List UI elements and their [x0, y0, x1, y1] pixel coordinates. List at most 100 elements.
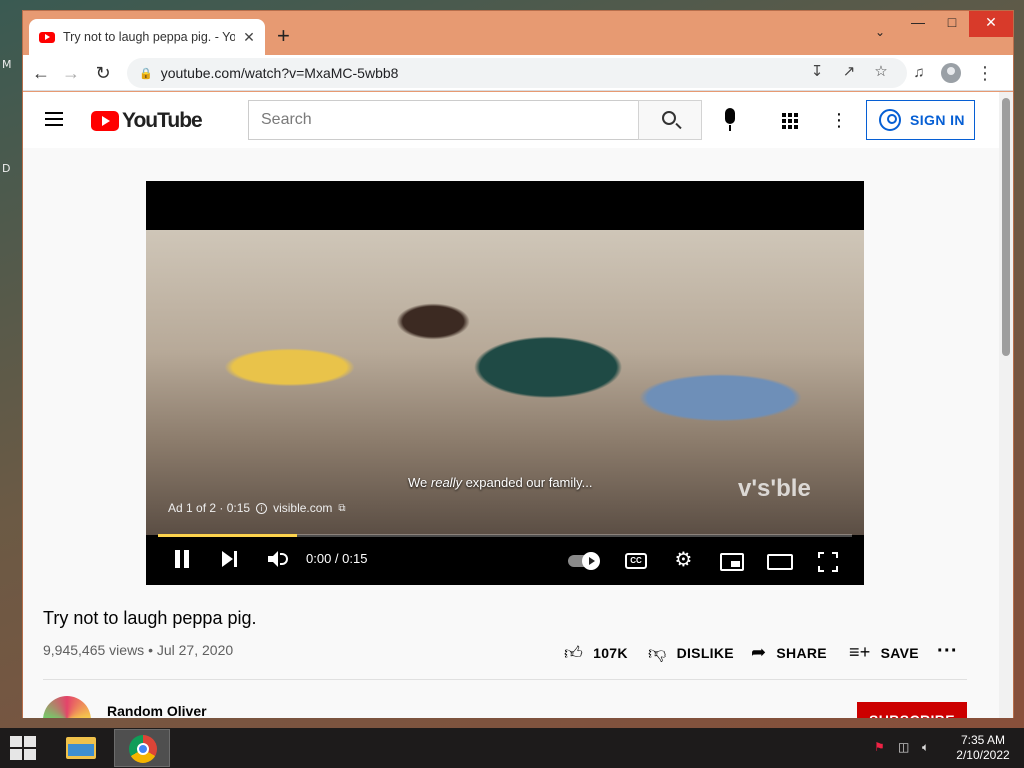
- chrome-icon: [129, 735, 157, 763]
- action-center-flag-icon[interactable]: ⚑: [874, 740, 885, 754]
- dislike-button[interactable]: 👎︎ DISLIKE: [648, 642, 734, 664]
- progress-fill: [158, 534, 297, 537]
- search-icon: [662, 111, 676, 125]
- divider: [43, 679, 967, 680]
- next-icon[interactable]: [222, 551, 238, 567]
- tab-close-icon[interactable]: ✕: [241, 29, 257, 46]
- save-button[interactable]: ≡+ SAVE: [849, 642, 919, 663]
- video-title: Try not to laugh peppa pig.: [43, 608, 257, 628]
- progress-bar[interactable]: [158, 534, 852, 537]
- system-clock[interactable]: 7:35 AM 2/10/2022: [950, 733, 1016, 763]
- hamburger-menu-icon[interactable]: [45, 112, 63, 126]
- chrome-taskbar-button[interactable]: [114, 729, 170, 767]
- scrollbar-thumb[interactable]: [1002, 98, 1010, 356]
- sign-in-label: SIGN IN: [910, 112, 965, 128]
- apps-grid-icon[interactable]: [782, 113, 798, 129]
- maximize-button[interactable]: □: [937, 11, 967, 37]
- network-icon[interactable]: ◫: [898, 740, 909, 754]
- back-arrow-icon[interactable]: ←: [29, 61, 53, 85]
- url-text[interactable]: youtube.com/watch?v=MxaMC-5wbb8: [161, 65, 399, 81]
- close-window-button[interactable]: ✕: [969, 11, 1013, 37]
- theater-mode-icon[interactable]: [767, 554, 793, 570]
- subtitle-text: expanded our family...: [461, 475, 593, 490]
- thumbs-up-icon: 👍︎: [564, 643, 584, 663]
- video-player[interactable]: We really expanded our family... v's'ble…: [146, 181, 864, 585]
- chrome-window: Try not to laugh peppa pig. - You ✕ + ⌄ …: [22, 10, 1014, 718]
- chrome-menu-icon[interactable]: ⋮: [973, 61, 997, 85]
- search-input[interactable]: Search: [248, 100, 640, 140]
- subscribe-button[interactable]: SUBSCRIBE: [857, 702, 967, 718]
- share-page-icon[interactable]: ↗: [837, 59, 861, 85]
- minimize-button[interactable]: —: [903, 11, 933, 37]
- thumbs-down-icon: 👎︎: [648, 643, 667, 663]
- video-subtitle: We really expanded our family...: [408, 475, 593, 490]
- time-display: 0:00 / 0:15: [306, 551, 368, 566]
- address-bar[interactable]: 🔒 youtube.com/watch?v=MxaMC-5wbb8: [127, 58, 907, 88]
- user-account-icon: [879, 109, 901, 131]
- tab-strip: Try not to laugh peppa pig. - You ✕ + ⌄ …: [23, 11, 1013, 55]
- miniplayer-icon[interactable]: [720, 553, 744, 571]
- save-label: SAVE: [880, 644, 919, 661]
- desktop-icon-label-fragment: D: [2, 162, 11, 175]
- ad-count-label: Ad 1 of 2 · 0:15: [168, 501, 251, 515]
- like-count: 107K: [593, 645, 628, 661]
- microphone-icon[interactable]: [725, 108, 735, 131]
- youtube-favicon-icon: [39, 31, 55, 43]
- like-button[interactable]: 👍︎ 107K: [564, 642, 628, 664]
- file-explorer-taskbar-button[interactable]: [56, 729, 112, 767]
- new-tab-button[interactable]: +: [277, 25, 290, 47]
- channel-avatar[interactable]: [43, 696, 91, 718]
- page-viewport: YouTube Search ⋮ SIGN IN We really expan…: [23, 92, 1013, 718]
- youtube-masthead: YouTube Search ⋮ SIGN IN: [23, 92, 999, 148]
- settings-more-icon[interactable]: ⋮: [829, 108, 849, 132]
- reload-icon[interactable]: ↻: [91, 61, 115, 85]
- tab-search-chevron-icon[interactable]: ⌄: [875, 25, 885, 39]
- media-control-icon[interactable]: ♫: [907, 61, 931, 85]
- channel-name[interactable]: Random Oliver: [107, 703, 207, 718]
- page-scrollbar[interactable]: [999, 92, 1013, 718]
- volume-icon[interactable]: [268, 551, 288, 567]
- search-placeholder: Search: [261, 111, 312, 128]
- captions-icon[interactable]: CC: [625, 553, 647, 569]
- browser-toolbar: ← → ↻ 🔒 youtube.com/watch?v=MxaMC-5wbb8 …: [23, 55, 1013, 91]
- ad-badge: Ad 1 of 2 · 0:15 i visible.com ⧉: [168, 501, 346, 515]
- bookmark-star-icon[interactable]: ☆: [869, 59, 893, 85]
- lock-icon: 🔒: [139, 67, 153, 80]
- youtube-logo-text: YouTube: [122, 109, 203, 132]
- share-button[interactable]: ➦ SHARE: [751, 642, 827, 663]
- clock-date: 2/10/2022: [956, 748, 1010, 762]
- subtitle-text: We: [408, 475, 431, 490]
- install-app-icon[interactable]: ↧: [805, 59, 829, 85]
- tab-title: Try not to laugh peppa pig. - You: [63, 30, 235, 44]
- fullscreen-icon[interactable]: [818, 552, 838, 572]
- more-actions-button[interactable]: ···: [937, 640, 958, 663]
- player-controls: 0:00 / 0:15 CC ⚙: [146, 539, 864, 585]
- search-button[interactable]: [638, 100, 702, 140]
- volume-muted-icon[interactable]: 🔈︎: [922, 740, 929, 755]
- video-stats: 9,945,465 views • Jul 27, 2020: [43, 642, 234, 658]
- gear-icon[interactable]: ⚙: [674, 550, 693, 570]
- desktop-icon-label-fragment: M: [2, 58, 12, 71]
- autoplay-toggle[interactable]: [568, 552, 600, 570]
- folder-icon: [66, 737, 96, 759]
- playlist-add-icon: ≡+: [849, 642, 871, 662]
- browser-tab-active[interactable]: Try not to laugh peppa pig. - You ✕: [29, 19, 265, 55]
- youtube-play-icon: [91, 111, 119, 131]
- clock-time: 7:35 AM: [960, 733, 1006, 747]
- sign-in-button[interactable]: SIGN IN: [866, 100, 975, 140]
- windows-taskbar: ⚑ ◫ 🔈︎ 7:35 AM 2/10/2022: [0, 728, 1024, 768]
- forward-arrow-icon[interactable]: →: [59, 61, 83, 85]
- autoplay-play-icon: [582, 552, 600, 570]
- subtitle-emphasis: really: [430, 475, 462, 490]
- youtube-logo[interactable]: YouTube: [91, 109, 203, 133]
- share-label: SHARE: [776, 644, 827, 661]
- advertiser-watermark: v's'ble: [738, 475, 811, 502]
- profile-avatar-icon[interactable]: [941, 63, 961, 83]
- dislike-label: DISLIKE: [676, 645, 734, 661]
- share-arrow-icon: ➦: [751, 642, 767, 662]
- windows-start-icon[interactable]: [10, 736, 36, 760]
- info-icon[interactable]: i: [256, 502, 268, 514]
- pause-icon[interactable]: [174, 550, 190, 568]
- external-link-icon[interactable]: ⧉: [338, 503, 345, 514]
- ad-site-link[interactable]: visible.com: [273, 501, 332, 515]
